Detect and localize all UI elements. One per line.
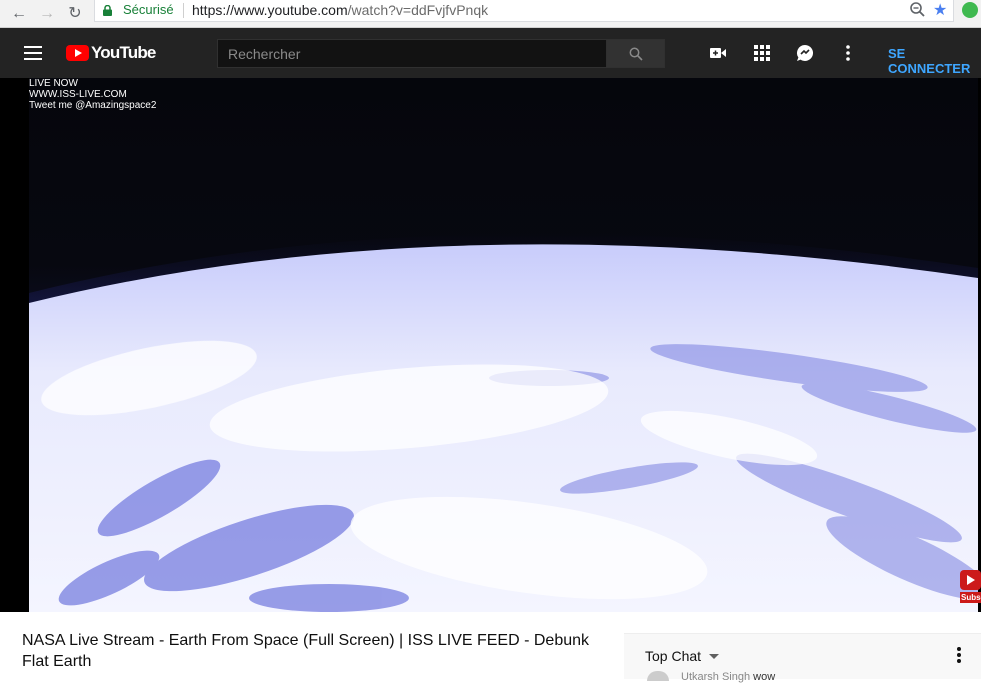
- masthead: YouTube SE CONNECTER: [0, 28, 981, 78]
- search-input[interactable]: [218, 40, 606, 67]
- chat-message: wow: [753, 671, 776, 683]
- search-icon: [629, 47, 643, 61]
- overlay-line-live: LIVE NOW: [29, 78, 78, 89]
- chat-message-peek: Utkarsh Singh wow: [647, 671, 775, 683]
- omnibox-divider: [183, 3, 184, 18]
- youtube-play-icon: [66, 45, 89, 61]
- overlay-line-site: WWW.ISS-LIVE.COM: [29, 89, 127, 100]
- stream-overlay-text: LIVE NOW WWW.ISS-LIVE.COM Tweet me @Amaz…: [29, 78, 156, 111]
- overlay-line-twitter: Tweet me @Amazingspace2: [29, 100, 157, 111]
- chevron-down-icon[interactable]: [709, 654, 719, 659]
- subscribe-watermark[interactable]: Subscribe: [960, 570, 981, 603]
- youtube-wordmark: YouTube: [91, 43, 156, 62]
- lock-icon: [103, 5, 112, 16]
- url-path: /watch?v=ddFvjfvPnqk: [347, 2, 489, 18]
- secure-label: Sécurisé: [123, 2, 174, 17]
- menu-icon[interactable]: [24, 46, 42, 60]
- url-base: https://www.youtube.com: [192, 2, 348, 18]
- url-text[interactable]: https://www.youtube.com/watch?v=ddFvjfvP…: [192, 2, 488, 18]
- forward-arrow-icon[interactable]: →: [36, 3, 58, 25]
- more-icon[interactable]: [838, 43, 858, 63]
- reload-icon[interactable]: ↻: [64, 3, 86, 25]
- earth-from-space-image: [29, 233, 978, 612]
- video-title: NASA Live Stream - Earth From Space (Ful…: [22, 632, 590, 670]
- back-arrow-icon[interactable]: ←: [8, 3, 30, 25]
- zoom-icon[interactable]: [909, 1, 927, 19]
- extension-icon[interactable]: [962, 2, 978, 18]
- video-frame[interactable]: LIVE NOW WWW.ISS-LIVE.COM Tweet me @Amaz…: [29, 78, 978, 612]
- play-icon: [960, 570, 981, 590]
- avatar: [647, 671, 669, 681]
- chat-author: Utkarsh Singh: [681, 671, 751, 683]
- search-button[interactable]: [606, 39, 665, 68]
- search-box: [217, 39, 607, 68]
- messages-icon[interactable]: [795, 43, 815, 63]
- chat-more-icon[interactable]: [957, 647, 963, 665]
- subscribe-label: Subscribe: [960, 592, 981, 603]
- bookmark-star-icon[interactable]: ★: [933, 0, 947, 20]
- sign-in-button[interactable]: SE CONNECTER: [888, 46, 981, 76]
- apps-icon[interactable]: [752, 43, 772, 63]
- youtube-logo[interactable]: YouTube: [66, 43, 156, 62]
- browser-toolbar: ← → ↻ Sécurisé https://www.youtube.com/w…: [0, 0, 981, 28]
- address-bar[interactable]: Sécurisé https://www.youtube.com/watch?v…: [94, 0, 954, 22]
- upload-video-icon[interactable]: [708, 43, 728, 63]
- video-player[interactable]: LIVE NOW WWW.ISS-LIVE.COM Tweet me @Amaz…: [0, 78, 981, 612]
- chat-mode-selector[interactable]: Top Chat: [645, 648, 701, 664]
